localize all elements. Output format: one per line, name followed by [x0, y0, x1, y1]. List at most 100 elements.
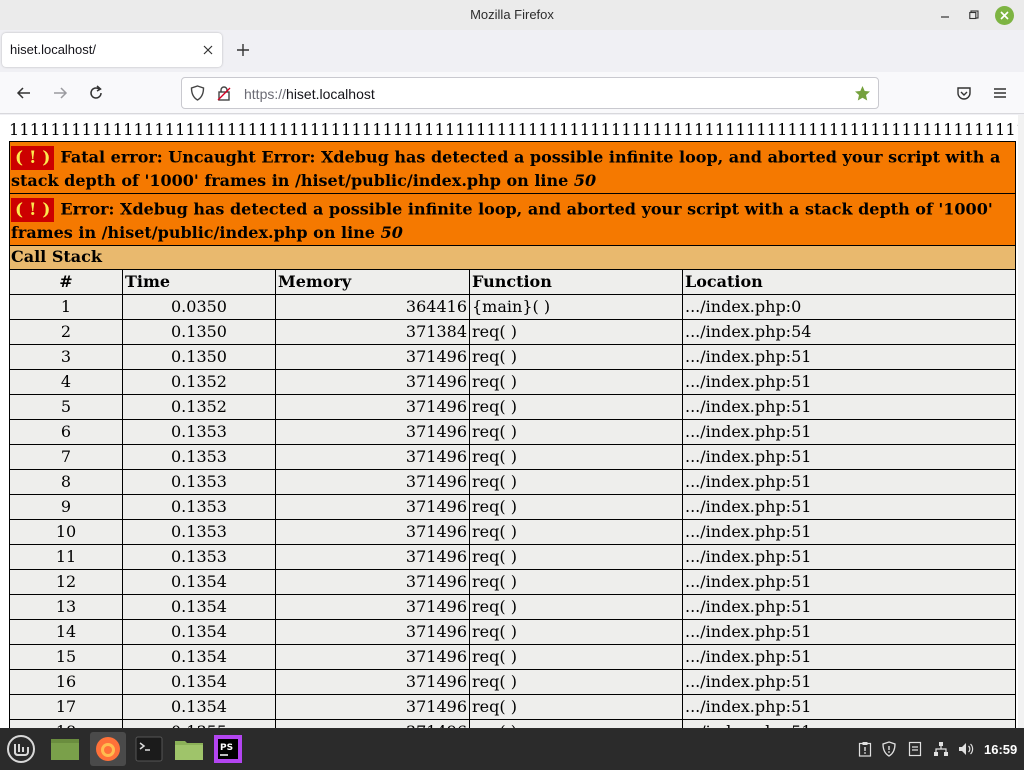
call-stack-memory-cell: 371496 — [275, 444, 470, 470]
call-stack-function-cell: req( ) — [469, 544, 683, 570]
close-icon — [1000, 11, 1009, 20]
start-menu-button[interactable] — [3, 732, 39, 766]
terminal-taskbar-button[interactable] — [131, 732, 167, 766]
column-header-number: # — [9, 269, 123, 295]
terminal-icon — [135, 736, 163, 762]
notes-tray-button[interactable] — [907, 741, 923, 757]
error-line: 50 — [380, 223, 403, 242]
tracking-protection-button[interactable] — [188, 84, 206, 102]
call-stack-location-cell: .../index.php:51 — [682, 494, 1016, 520]
taskbar-clock[interactable]: 16:59 — [984, 742, 1017, 757]
call-stack-memory-cell: 371496 — [275, 369, 470, 395]
call-stack-title: Call Stack — [9, 245, 1016, 270]
call-stack-memory-cell: 371496 — [275, 494, 470, 520]
page-scrollbar[interactable] — [1018, 115, 1024, 728]
bookmark-button[interactable] — [853, 84, 871, 102]
call-stack-time-cell: 0.1355 — [122, 719, 276, 728]
call-stack-memory-cell: 371384 — [275, 319, 470, 345]
call-stack-time-cell: 0.1353 — [122, 444, 276, 470]
reload-button[interactable] — [85, 82, 107, 104]
call-stack-function-cell: req( ) — [469, 369, 683, 395]
site-info-button[interactable] — [215, 84, 233, 102]
call-stack-location-cell: .../index.php:51 — [682, 594, 1016, 620]
minimize-button[interactable] — [936, 6, 954, 24]
phpstorm-taskbar-button[interactable]: PS — [210, 732, 246, 766]
shield-icon — [190, 85, 204, 101]
update-manager-tray-button[interactable] — [881, 741, 897, 757]
back-button[interactable] — [13, 82, 35, 104]
call-stack-location-cell: .../index.php:51 — [682, 394, 1016, 420]
call-stack-function-cell: req( ) — [469, 394, 683, 420]
url-text[interactable]: https://hiset.localhost — [244, 86, 375, 102]
clipboard-icon — [858, 742, 872, 757]
network-tray-button[interactable] — [933, 741, 949, 757]
call-stack-function-cell: req( ) — [469, 669, 683, 695]
call-stack-location-cell: .../index.php:51 — [682, 694, 1016, 720]
call-stack-function-cell: req( ) — [469, 594, 683, 620]
call-stack-row: 9 0.1353 371496 req( ) .../index.php:51 — [9, 494, 1016, 520]
app-menu-button[interactable] — [989, 82, 1011, 104]
show-desktop-button[interactable] — [47, 732, 83, 766]
call-stack-number-cell: 7 — [9, 444, 123, 470]
call-stack-row: 17 0.1354 371496 req( ) .../index.php:51 — [9, 694, 1016, 720]
call-stack-memory-cell: 371496 — [275, 719, 470, 728]
call-stack-time-cell: 0.1350 — [122, 319, 276, 345]
call-stack-number-cell: 17 — [9, 694, 123, 720]
lock-icon — [217, 86, 231, 101]
call-stack-time-cell: 0.1352 — [122, 394, 276, 420]
call-stack-row: 8 0.1353 371496 req( ) .../index.php:51 — [9, 469, 1016, 495]
volume-tray-button[interactable] — [958, 741, 974, 757]
call-stack-row: 15 0.1354 371496 req( ) .../index.php:51 — [9, 644, 1016, 670]
call-stack-time-cell: 0.1352 — [122, 369, 276, 395]
back-arrow-icon — [16, 87, 30, 99]
call-stack-function-cell: req( ) — [469, 494, 683, 520]
call-stack-number-cell: 15 — [9, 644, 123, 670]
call-stack-function-cell: req( ) — [469, 344, 683, 370]
call-stack-function-cell: req( ) — [469, 644, 683, 670]
call-stack-row: 3 0.1350 371496 req( ) .../index.php:51 — [9, 344, 1016, 370]
call-stack-time-cell: 0.1353 — [122, 544, 276, 570]
call-stack-function-cell: req( ) — [469, 419, 683, 445]
call-stack-memory-cell: 371496 — [275, 544, 470, 570]
url-bar[interactable]: https://hiset.localhost — [181, 77, 879, 109]
call-stack-memory-cell: 371496 — [275, 419, 470, 445]
call-stack-function-cell: req( ) — [469, 694, 683, 720]
close-window-button[interactable] — [995, 6, 1014, 25]
navigation-toolbar: https://hiset.localhost — [0, 72, 1024, 114]
call-stack-row: 1 0.0350 364416 {main}( ) .../index.php:0 — [9, 294, 1016, 320]
call-stack-function-cell: req( ) — [469, 619, 683, 645]
call-stack-function-cell: req( ) — [469, 319, 683, 345]
call-stack-function-cell: req( ) — [469, 569, 683, 595]
column-header-time: Time — [122, 269, 276, 295]
call-stack-memory-cell: 371496 — [275, 644, 470, 670]
call-stack-memory-cell: 371496 — [275, 394, 470, 420]
call-stack-location-cell: .../index.php:51 — [682, 369, 1016, 395]
call-stack-memory-cell: 371496 — [275, 469, 470, 495]
clipboard-tray-button[interactable] — [857, 741, 873, 757]
close-tab-icon — [203, 45, 213, 55]
call-stack-number-cell: 14 — [9, 619, 123, 645]
maximize-icon — [969, 10, 979, 20]
window-title: Mozilla Firefox — [470, 7, 554, 22]
firefox-taskbar-button[interactable] — [90, 732, 126, 766]
pocket-icon — [957, 87, 971, 100]
call-stack-number-cell: 8 — [9, 469, 123, 495]
forward-button[interactable] — [49, 82, 71, 104]
tab-hiset-localhost[interactable]: hiset.localhost/ — [2, 33, 222, 67]
show-desktop-icon — [51, 739, 79, 760]
call-stack-row: 6 0.1353 371496 req( ) .../index.php:51 — [9, 419, 1016, 445]
call-stack-row: 13 0.1354 371496 req( ) .../index.php:51 — [9, 594, 1016, 620]
tab-close-button[interactable] — [201, 43, 215, 57]
call-stack-location-cell: .../index.php:51 — [682, 669, 1016, 695]
call-stack-number-cell: 6 — [9, 419, 123, 445]
error-message: ( ! ) Error: Xdebug has detected a possib… — [9, 193, 1016, 246]
call-stack-header-row: Call Stack — [9, 245, 1016, 270]
tab-strip: hiset.localhost/ — [0, 30, 1024, 72]
new-tab-button[interactable] — [233, 40, 253, 60]
maximize-button[interactable] — [965, 6, 983, 24]
pocket-button[interactable] — [953, 82, 975, 104]
files-taskbar-button[interactable] — [171, 732, 207, 766]
call-stack-row: 5 0.1352 371496 req( ) .../index.php:51 — [9, 394, 1016, 420]
call-stack-time-cell: 0.1354 — [122, 619, 276, 645]
call-stack-time-cell: 0.1353 — [122, 419, 276, 445]
